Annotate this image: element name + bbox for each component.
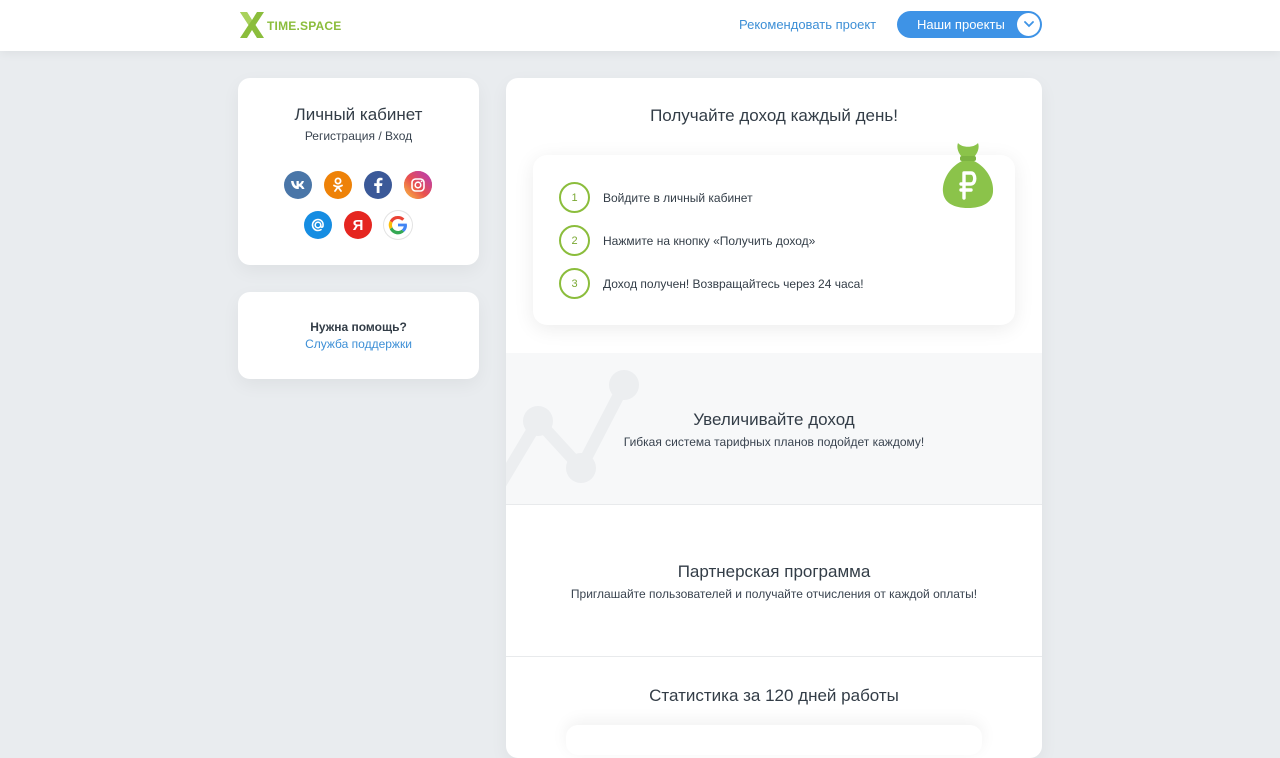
partner-section: Партнерская программа Приглашайте пользо… (506, 505, 1042, 657)
cabinet-title: Личный кабинет (294, 105, 423, 124)
step-number: 1 (559, 182, 590, 213)
vk-login-icon[interactable] (284, 171, 312, 199)
our-projects-label: Наши проекты (917, 17, 1005, 32)
register-link[interactable]: Регистрация (305, 129, 375, 143)
our-projects-button[interactable]: Наши проекты (897, 11, 1042, 38)
help-title: Нужна помощь? (310, 320, 407, 334)
step-item: 2 Нажмите на кнопку «Получить доход» (559, 225, 815, 256)
logo[interactable]: TIME.SPACE (238, 10, 341, 40)
stats-panel (566, 725, 982, 755)
odnoklassniki-login-icon[interactable] (324, 171, 352, 199)
partner-title: Партнерская программа (677, 562, 871, 581)
mail-ru-login-icon[interactable] (304, 211, 332, 239)
yandex-login-icon[interactable]: Я (344, 211, 372, 239)
recommend-project-link[interactable]: Рекомендовать проект (739, 17, 876, 32)
help-card: Нужна помощь? Служба поддержки (238, 292, 479, 379)
auth-separator: / (374, 129, 385, 143)
logo-x-icon (240, 12, 264, 38)
step-text: Доход получен! Возвращайтесь через 24 ча… (603, 276, 864, 291)
chevron-down-icon (1017, 13, 1040, 36)
google-login-icon[interactable] (384, 211, 412, 239)
increase-subtitle: Гибкая система тарифных планов подойдет … (623, 435, 925, 449)
facebook-login-icon[interactable] (364, 171, 392, 199)
increase-income-section: Увеличивайте доход Гибкая система тарифн… (506, 353, 1042, 505)
step-item: 1 Войдите в личный кабинет (559, 182, 753, 213)
increase-title: Увеличивайте доход (693, 410, 855, 429)
step-number: 3 (559, 268, 590, 299)
personal-cabinet-card: Личный кабинет Регистрация / Вход Я (238, 78, 479, 265)
income-title: Получайте доход каждый день! (650, 106, 898, 125)
step-text: Войдите в личный кабинет (603, 190, 753, 205)
step-text: Нажмите на кнопку «Получить доход» (603, 233, 816, 248)
stats-title: Статистика за 120 дней работы (649, 686, 899, 705)
support-link[interactable]: Служба поддержки (238, 337, 479, 351)
step-number: 2 (559, 225, 590, 256)
stats-section: Статистика за 120 дней работы (506, 657, 1042, 758)
main-content-card: Получайте доход каждый день! 1 Войдите в… (506, 78, 1042, 758)
login-link[interactable]: Вход (385, 129, 412, 143)
step-item: 3 Доход получен! Возвращайтесь через 24 … (559, 268, 864, 299)
money-bag-icon (942, 143, 994, 208)
logo-text: TIME.SPACE (267, 19, 342, 33)
instagram-login-icon[interactable] (404, 171, 432, 199)
yandex-glyph: Я (352, 216, 364, 234)
auth-links: Регистрация / Вход (238, 129, 479, 143)
top-navbar: TIME.SPACE Рекомендовать проект Наши про… (0, 0, 1280, 51)
partner-subtitle: Приглашайте пользователей и получайте от… (570, 587, 978, 601)
